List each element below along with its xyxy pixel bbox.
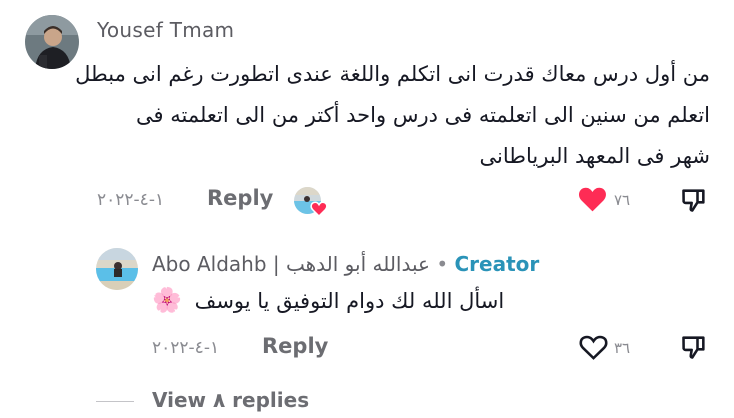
reply-emoji: 🌸 xyxy=(152,286,182,314)
thumbs-down-icon[interactable] xyxy=(680,333,708,361)
creator-avatar[interactable] xyxy=(96,248,138,290)
commenter-username[interactable]: Yousef Tmam xyxy=(97,18,234,42)
heart-filled-icon[interactable] xyxy=(577,184,608,213)
reply-author-row: Abo Aldahb | عبدالله أبو الدهب • Creator xyxy=(152,252,539,276)
comment-body: من أول درس معاك قدرت انى اتكلم واللغة عن… xyxy=(70,54,710,177)
comment-line: اتعلم من سنين الى اتعلمته فى درس واحد أك… xyxy=(136,103,710,127)
creator-badge: Creator xyxy=(454,252,540,276)
reply-author-name[interactable]: Abo Aldahb | عبدالله أبو الدهب xyxy=(152,252,430,276)
comment-reply-button[interactable]: Reply xyxy=(207,186,273,210)
view-replies-divider xyxy=(96,401,134,402)
comment-like-count: ٧٦ xyxy=(614,191,631,209)
comment-line: شهر فى المعهد البرياطانى xyxy=(479,144,711,168)
creator-liked-heart-icon xyxy=(310,200,328,218)
reply-text: اسأل الله لك دوام التوفيق يا يوسف xyxy=(194,289,505,313)
reply-reply-button[interactable]: Reply xyxy=(262,334,328,358)
reply-body: 🌸 اسأل الله لك دوام التوفيق يا يوسف xyxy=(152,286,512,314)
comment-date: ١-٤-٢٠٢٢ xyxy=(97,190,165,210)
thumbs-down-icon[interactable] xyxy=(680,186,708,214)
reply-separator: • xyxy=(436,252,449,276)
reply-like-count: ٣٦ xyxy=(614,339,631,357)
view-replies-button[interactable]: View ٨ replies xyxy=(152,388,309,412)
comment-line: من أول درس معاك قدرت انى اتكلم واللغة عن… xyxy=(75,62,710,86)
heart-outline-icon[interactable] xyxy=(578,332,609,361)
reply-date: ١-٤-٢٠٢٢ xyxy=(152,338,220,358)
